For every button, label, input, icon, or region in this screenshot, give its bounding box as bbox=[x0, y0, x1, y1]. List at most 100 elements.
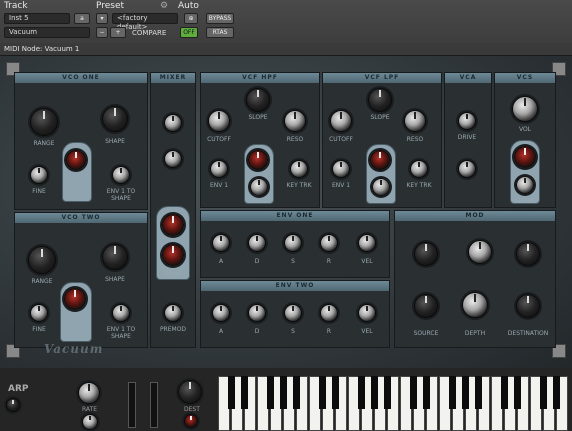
vco1-fine-label: FINE bbox=[32, 188, 46, 195]
env2-velocity-knob[interactable] bbox=[358, 304, 376, 322]
env1-decay-knob[interactable] bbox=[248, 234, 266, 252]
lpf-env1-knob[interactable] bbox=[332, 160, 350, 178]
black-key[interactable] bbox=[423, 376, 430, 409]
env2-attack-knob[interactable] bbox=[212, 304, 230, 322]
next-preset-button[interactable]: + bbox=[110, 27, 126, 38]
arp-rate-label: RATE bbox=[82, 406, 98, 413]
black-key[interactable] bbox=[358, 376, 365, 409]
mod-source-knob[interactable] bbox=[414, 294, 438, 318]
mod-rate-knob[interactable] bbox=[414, 242, 438, 266]
black-key[interactable] bbox=[514, 376, 521, 409]
vco1-range-label: RANGE bbox=[33, 140, 55, 147]
black-key[interactable] bbox=[267, 376, 274, 409]
plugin-selector[interactable]: Vacuum bbox=[4, 27, 90, 38]
mod-wheel[interactable] bbox=[150, 382, 158, 428]
vco1-tube-indicator bbox=[66, 150, 86, 170]
wheel-amount-knob[interactable] bbox=[184, 414, 198, 428]
premod-knob[interactable] bbox=[164, 304, 182, 322]
vca-dust-knob[interactable] bbox=[458, 160, 476, 178]
mixer-vco2-knob[interactable] bbox=[164, 150, 182, 168]
env1-sustain-knob[interactable] bbox=[284, 234, 302, 252]
vco1-env-to-shape-knob[interactable] bbox=[112, 166, 130, 184]
vco2-range-knob[interactable] bbox=[28, 246, 56, 274]
black-key[interactable] bbox=[410, 376, 417, 409]
track-selector[interactable]: Inst 5 bbox=[4, 13, 70, 24]
vco2-shape-knob[interactable] bbox=[102, 244, 128, 270]
black-key[interactable] bbox=[501, 376, 508, 409]
mod-amount-knob[interactable] bbox=[468, 240, 492, 264]
black-key[interactable] bbox=[280, 376, 287, 409]
black-key[interactable] bbox=[293, 376, 300, 409]
black-key[interactable] bbox=[553, 376, 560, 409]
arp-on-button[interactable] bbox=[6, 398, 20, 412]
vco1-range-knob[interactable] bbox=[30, 108, 58, 136]
lpf-slope-knob[interactable] bbox=[368, 88, 392, 112]
vcs-shape-knob[interactable] bbox=[516, 176, 534, 194]
mixer-drive-knob[interactable] bbox=[162, 244, 184, 266]
env1-velocity-knob[interactable] bbox=[358, 234, 376, 252]
hpf-cutoff-knob[interactable] bbox=[208, 110, 230, 132]
compare-button[interactable]: COMPARE bbox=[132, 29, 166, 37]
hpf-drive-knob[interactable] bbox=[250, 178, 268, 196]
mixer-vco1-knob[interactable] bbox=[164, 114, 182, 132]
hpf-reso-label: RESO bbox=[286, 136, 304, 143]
black-key[interactable] bbox=[319, 376, 326, 409]
arp-oct-knob[interactable] bbox=[82, 414, 98, 430]
black-key[interactable] bbox=[241, 376, 248, 409]
lpf-cutoff-knob[interactable] bbox=[330, 110, 352, 132]
arp-label: ARP bbox=[8, 384, 29, 394]
vco1-fine-knob[interactable] bbox=[30, 166, 48, 184]
black-key[interactable] bbox=[475, 376, 482, 409]
lpf-drive-knob[interactable] bbox=[372, 178, 390, 196]
settings-icon[interactable]: ⚙ bbox=[160, 1, 168, 11]
env2-sustain-knob[interactable] bbox=[284, 304, 302, 322]
black-key[interactable] bbox=[449, 376, 456, 409]
env2-velocity-label: VEL bbox=[361, 328, 373, 335]
black-key[interactable] bbox=[462, 376, 469, 409]
lpf-reso-knob[interactable] bbox=[404, 110, 426, 132]
preset-librarian-icon[interactable]: ▾ bbox=[96, 13, 108, 24]
hpf-key-trk-knob[interactable] bbox=[290, 160, 308, 178]
hpf-env1-knob[interactable] bbox=[210, 160, 228, 178]
hpf-slope-knob[interactable] bbox=[246, 88, 270, 112]
vol-knob[interactable] bbox=[512, 96, 538, 122]
env1-release-knob[interactable] bbox=[320, 234, 338, 252]
env1-attack-knob[interactable] bbox=[212, 234, 230, 252]
lpf-key-trk-knob[interactable] bbox=[410, 160, 428, 178]
preset-label: Preset bbox=[96, 1, 125, 11]
hpf-reso-knob[interactable] bbox=[284, 110, 306, 132]
env2-decay-knob[interactable] bbox=[248, 304, 266, 322]
mod-destination-knob[interactable] bbox=[516, 294, 540, 318]
track-label: Track bbox=[4, 1, 28, 11]
vca-drive-knob[interactable] bbox=[458, 112, 476, 130]
vco1-shape-knob[interactable] bbox=[102, 106, 128, 132]
safe-toggle[interactable]: OFF bbox=[180, 27, 198, 38]
vco2-range-label: RANGE bbox=[31, 278, 53, 285]
mod-shape-knob[interactable] bbox=[516, 242, 540, 266]
bypass-button[interactable]: BYPASS bbox=[206, 13, 234, 24]
hpf-env1-label: ENV 1 bbox=[209, 182, 229, 189]
hpf-tube-indicator bbox=[248, 150, 268, 170]
preset-selector[interactable]: <factory default> bbox=[112, 13, 178, 31]
track-slot-selector[interactable]: a bbox=[74, 13, 90, 24]
arp-rate-knob[interactable] bbox=[78, 382, 100, 404]
mod-destination-label: DESTINATION bbox=[507, 330, 549, 337]
env2-release-knob[interactable] bbox=[320, 304, 338, 322]
vco2-env-to-shape-knob[interactable] bbox=[112, 304, 130, 322]
black-key[interactable] bbox=[371, 376, 378, 409]
vco-two-title: VCO TWO bbox=[15, 213, 147, 223]
automation-button[interactable]: ⊕ bbox=[184, 13, 198, 24]
vcs-title: VCS bbox=[495, 73, 555, 83]
black-key[interactable] bbox=[540, 376, 547, 409]
black-key[interactable] bbox=[332, 376, 339, 409]
env-one-title: ENV ONE bbox=[201, 211, 389, 221]
previous-preset-button[interactable]: − bbox=[96, 27, 108, 38]
vol-label: VOL bbox=[518, 126, 532, 133]
wheel-dest-knob[interactable] bbox=[178, 380, 202, 404]
pitch-wheel[interactable] bbox=[128, 382, 136, 428]
black-key[interactable] bbox=[384, 376, 391, 409]
mod-depth-knob[interactable] bbox=[462, 292, 488, 318]
black-key[interactable] bbox=[228, 376, 235, 409]
vco2-fine-knob[interactable] bbox=[30, 304, 48, 322]
lpf-reso-label: RESO bbox=[406, 136, 424, 143]
